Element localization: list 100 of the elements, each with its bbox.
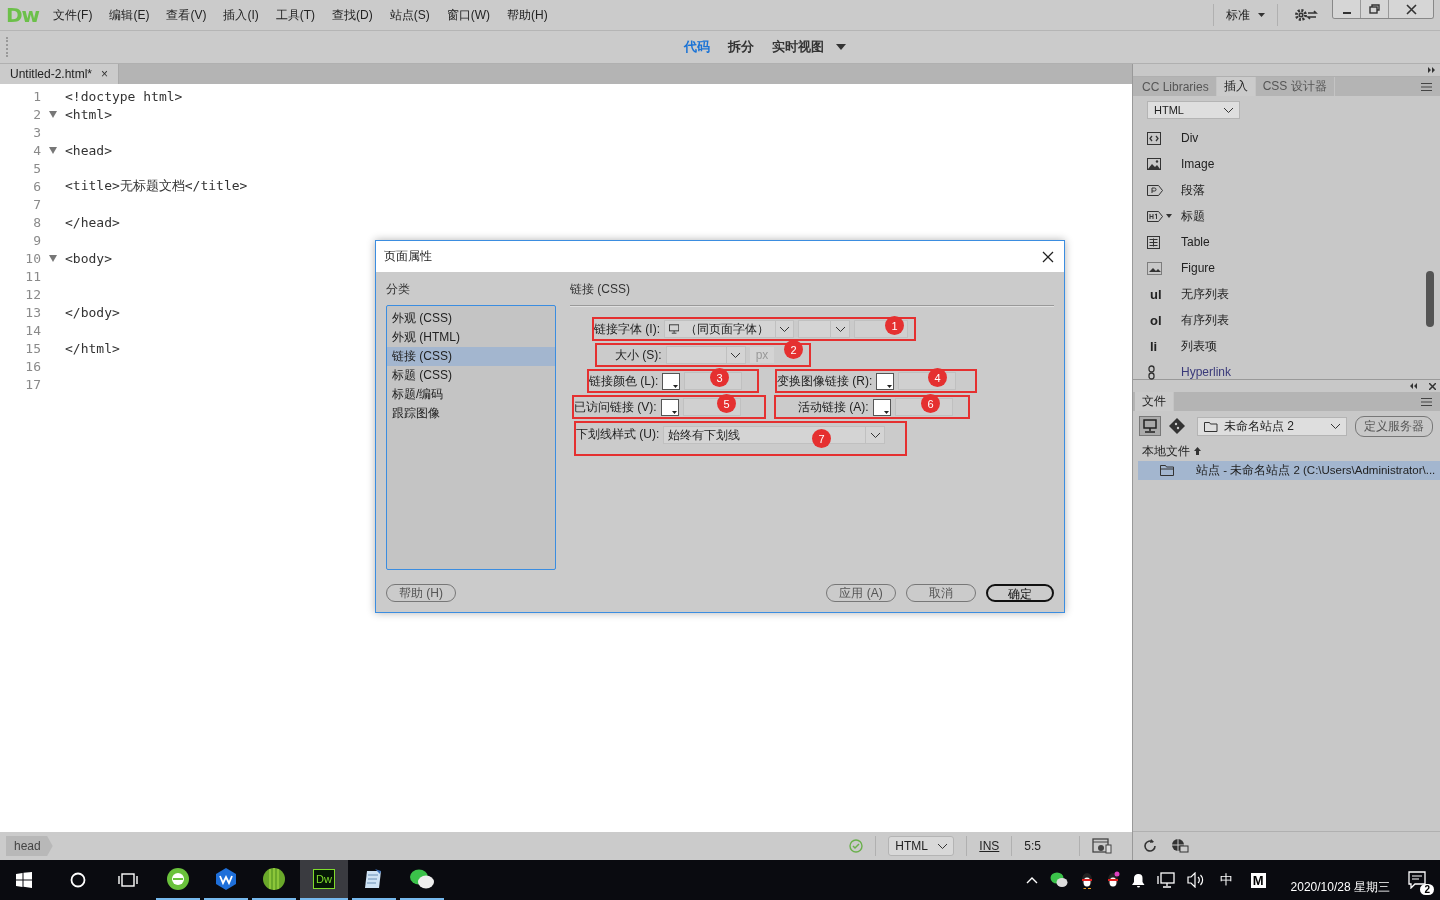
line-number: 9 [32, 232, 41, 248]
input-method[interactable]: 中 [1219, 871, 1233, 889]
field-label: 链接字体 (I): [594, 320, 660, 338]
category-item[interactable]: 外观 (HTML) [387, 328, 555, 347]
w-logo-icon [214, 867, 238, 891]
notification-icon[interactable] [1408, 871, 1426, 889]
panel-tab[interactable]: CC Libraries [1135, 77, 1217, 96]
file-row[interactable]: 站点 - 未命名站点 2 (C:\Users\Administrator\... [1138, 461, 1440, 480]
fold-icon[interactable] [49, 254, 57, 262]
line-number: 5 [32, 160, 41, 176]
task-view-icon[interactable] [118, 872, 138, 888]
category-item[interactable]: 跟踪图像 [387, 404, 555, 423]
panel-tab[interactable]: 插入 [1216, 77, 1256, 96]
insert-item[interactable]: 标题 [1181, 207, 1205, 225]
search-icon[interactable] [70, 872, 86, 888]
category-item[interactable]: 标题 (CSS) [387, 366, 555, 385]
category-item[interactable]: 标题/编码 [387, 385, 555, 404]
menu-item[interactable]: 文件(F) [53, 6, 93, 24]
insert-item[interactable]: Hyperlink [1181, 365, 1231, 379]
panel-tab[interactable]: 文件 [1135, 392, 1174, 411]
collapse-icon[interactable] [1409, 383, 1417, 389]
taskbar-app[interactable]: Dw [300, 860, 348, 900]
tab-close-button[interactable]: × [101, 67, 109, 81]
penguin-icon[interactable] [1079, 871, 1094, 889]
preview-icon[interactable] [1092, 838, 1112, 854]
menu-item[interactable]: 工具(T) [275, 6, 316, 24]
menu-item[interactable]: 窗口(W) [446, 6, 491, 24]
minimize-button[interactable] [1333, 0, 1361, 18]
close-icon[interactable] [1042, 250, 1054, 263]
insert-item[interactable]: 有序列表 [1181, 311, 1229, 329]
gear-icon[interactable] [1294, 8, 1318, 22]
insert-item[interactable]: Table [1181, 235, 1210, 249]
category-dropdown[interactable]: HTML [1147, 101, 1240, 119]
menu-item[interactable]: 编辑(E) [109, 6, 150, 24]
globe-icon[interactable] [1171, 838, 1189, 854]
heading-tag-icon [1147, 210, 1163, 222]
volume-icon[interactable] [1186, 872, 1205, 888]
refresh-icon[interactable] [1143, 839, 1157, 853]
menu-item[interactable]: 插入(I) [223, 6, 259, 24]
language-dropdown[interactable]: HTML [888, 836, 955, 856]
line-number: 13 [24, 304, 41, 320]
insert-item[interactable]: Image [1181, 157, 1215, 171]
scrollbar-thumb[interactable] [1426, 271, 1434, 327]
color-swatch[interactable] [662, 372, 681, 390]
menu-icon[interactable] [1421, 397, 1432, 406]
chevron-up-icon[interactable] [1025, 876, 1038, 884]
bell-icon[interactable] [1131, 872, 1145, 888]
column-header[interactable]: 本地文件 [1142, 442, 1190, 460]
clock-date[interactable]: 2020/10/28 星期三 [1290, 879, 1390, 900]
category-item[interactable]: 链接 (CSS) [387, 347, 555, 366]
menu-icon[interactable] [1421, 82, 1432, 91]
fold-icon[interactable] [49, 146, 57, 154]
code-line: <body> [65, 250, 112, 266]
category-item[interactable]: 外观 (CSS) [387, 309, 555, 328]
color-swatch[interactable] [660, 398, 679, 416]
git-icon[interactable] [1169, 418, 1185, 434]
line-number: 7 [32, 196, 41, 212]
view-tab[interactable]: 实时视图 [772, 38, 846, 56]
insert-item[interactable]: 列表项 [1181, 337, 1217, 355]
define-server-button[interactable]: 定义服务器 [1355, 415, 1433, 437]
code-line: <html> [65, 106, 112, 122]
dialog-button[interactable]: 确定 [986, 584, 1054, 602]
penguin-icon[interactable] [1105, 871, 1120, 889]
document-tab[interactable]: Untitled-2.html* × [0, 64, 120, 84]
cursor-position: 5:5 [1024, 839, 1041, 853]
line-number: 14 [24, 322, 41, 338]
input-mode[interactable]: M [1250, 872, 1266, 888]
insert-item[interactable]: 无序列表 [1181, 285, 1229, 303]
menu-item[interactable]: 查看(V) [166, 6, 207, 24]
panel-tab[interactable]: CSS 设计器 [1255, 77, 1335, 96]
insert-item[interactable]: Figure [1181, 261, 1215, 275]
fold-icon[interactable] [49, 110, 57, 118]
network-icon[interactable] [1156, 872, 1175, 888]
caret-icon [883, 410, 889, 414]
restore-button[interactable] [1361, 0, 1389, 18]
view-tab[interactable]: 拆分 [728, 38, 754, 56]
close-button[interactable] [1389, 0, 1433, 18]
color-swatch[interactable] [876, 372, 895, 390]
close-icon[interactable] [1429, 382, 1436, 390]
insert-item[interactable]: Div [1181, 131, 1199, 145]
windows-start-icon[interactable] [16, 872, 32, 888]
ball-icon [262, 867, 286, 891]
site-dropdown[interactable]: 未命名站点 2 [1197, 416, 1347, 436]
font-dropdown[interactable]: （同页面字体） [664, 320, 794, 338]
chat-icon[interactable] [1049, 872, 1068, 888]
dropdown-value: 始终有下划线 [668, 426, 741, 444]
insert-mode[interactable]: INS [979, 839, 1000, 853]
expand-icon[interactable] [1428, 67, 1436, 73]
menu-item[interactable]: 查找(D) [332, 6, 373, 24]
restore-icon [1369, 4, 1380, 14]
computer-icon[interactable] [1139, 416, 1161, 436]
insert-item[interactable]: 段落 [1181, 181, 1205, 199]
line-number: 6 [32, 178, 41, 194]
color-swatch[interactable] [872, 398, 891, 416]
menu-item[interactable]: 帮助(H) [507, 6, 548, 24]
tag-selector[interactable]: head [6, 836, 53, 856]
caret-icon[interactable] [1166, 214, 1172, 218]
list-tag-icon: ul [1150, 286, 1162, 302]
workspace-dropdown[interactable]: 标准 [1213, 4, 1278, 26]
menu-item[interactable]: 站点(S) [389, 6, 430, 24]
